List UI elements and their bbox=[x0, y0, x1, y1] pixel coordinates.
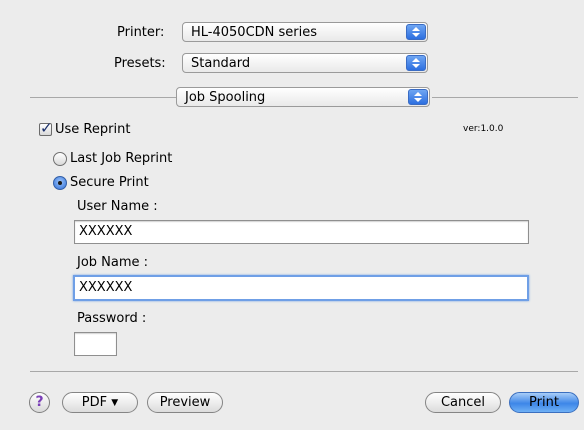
last-job-reprint-radio[interactable] bbox=[53, 152, 67, 166]
printer-value: HL-4050CDN series bbox=[191, 25, 318, 40]
presets-label: Presets: bbox=[114, 56, 166, 71]
radio-dot-icon bbox=[58, 181, 62, 185]
separator bbox=[30, 97, 178, 98]
pdf-button[interactable]: PDF ▼ bbox=[62, 392, 138, 413]
version-label: ver:1.0.0 bbox=[463, 124, 504, 134]
user-name-field[interactable]: XXXXXX bbox=[74, 220, 529, 244]
secure-print-radio[interactable] bbox=[53, 176, 67, 190]
job-name-field[interactable]: XXXXXX bbox=[73, 275, 529, 301]
triangle-down-icon: ▼ bbox=[111, 398, 119, 408]
cancel-button[interactable]: Cancel bbox=[425, 392, 501, 413]
panel-value: Job Spooling bbox=[185, 90, 266, 105]
panel-popup[interactable]: Job Spooling bbox=[176, 87, 430, 107]
user-name-label: User Name : bbox=[77, 199, 158, 214]
presets-popup[interactable]: Standard bbox=[182, 53, 428, 73]
job-name-label: Job Name : bbox=[77, 255, 149, 270]
popup-arrows-icon bbox=[406, 55, 426, 71]
print-button[interactable]: Print bbox=[509, 392, 579, 413]
popup-arrows-icon bbox=[406, 24, 426, 40]
presets-value: Standard bbox=[191, 56, 251, 71]
user-name-value: XXXXXX bbox=[79, 224, 133, 239]
preview-button[interactable]: Preview bbox=[147, 392, 223, 413]
job-name-value: XXXXXX bbox=[79, 280, 133, 295]
use-reprint-label: Use Reprint bbox=[55, 122, 131, 137]
popup-arrows-icon bbox=[408, 89, 428, 105]
printer-label: Printer: bbox=[117, 25, 165, 40]
last-job-reprint-label: Last Job Reprint bbox=[70, 151, 173, 166]
secure-print-label: Secure Print bbox=[70, 175, 149, 190]
password-label: Password : bbox=[77, 311, 147, 326]
pdf-label: PDF bbox=[81, 395, 108, 410]
separator bbox=[432, 97, 578, 98]
password-field[interactable] bbox=[74, 332, 117, 356]
printer-popup[interactable]: HL-4050CDN series bbox=[182, 22, 428, 42]
help-button[interactable]: ? bbox=[29, 392, 50, 413]
separator bbox=[30, 371, 578, 372]
checkmark-icon: ✓ bbox=[40, 119, 53, 137]
use-reprint-checkbox[interactable]: ✓ bbox=[39, 119, 53, 137]
